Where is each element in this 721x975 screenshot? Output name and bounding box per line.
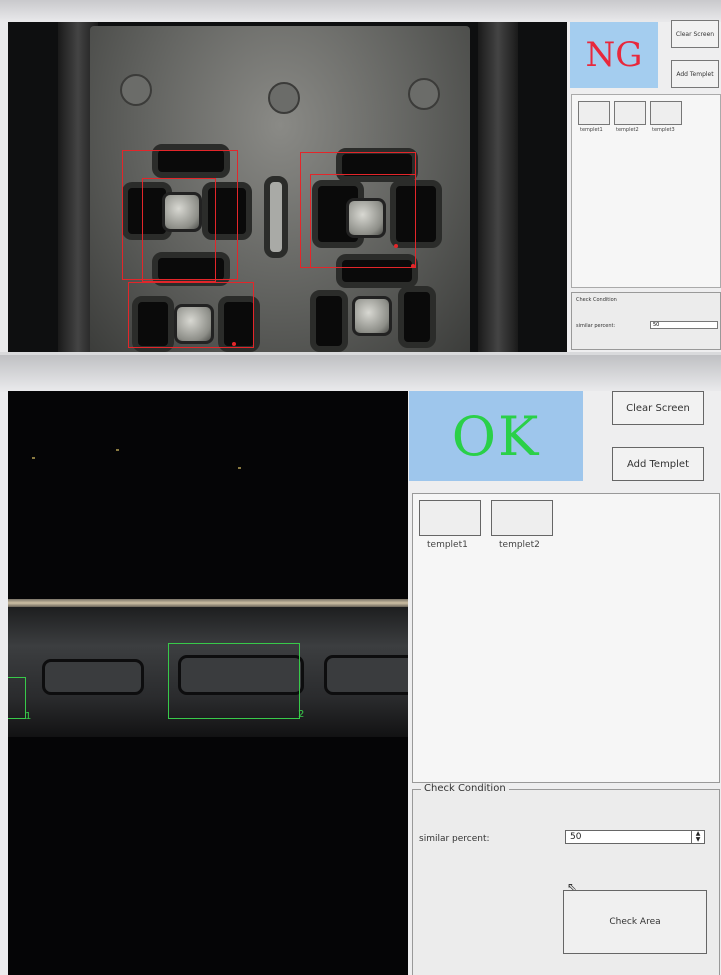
- templet-thumbnail[interactable]: [419, 500, 481, 536]
- camera-view-ok: 1 2: [8, 391, 408, 975]
- match-label: 1: [25, 711, 32, 722]
- templet-thumbnail[interactable]: [614, 101, 646, 125]
- templet-label: templet1: [580, 127, 603, 133]
- templet-thumbnail[interactable]: [491, 500, 553, 536]
- check-condition-group: Check Condition similar percent: 50 ▲ ▼ ⇖…: [412, 783, 720, 975]
- ng-match-box: [310, 174, 416, 268]
- control-panel-ng: NG Clear Screen Add Templet templet1 tem…: [567, 20, 721, 352]
- check-condition-title: Check Condition: [576, 297, 617, 303]
- check-condition-group: Check Condition similar percent: 50: [571, 292, 721, 350]
- center-slot: [264, 176, 288, 258]
- mounting-hole: [268, 82, 300, 114]
- templet-list: templet1 templet2 templet3: [571, 94, 721, 288]
- similar-percent-spinbox[interactable]: 50: [650, 321, 718, 329]
- control-panel-ok: OK Clear Screen Add Templet templet1 tem…: [408, 391, 721, 975]
- ng-marker: [411, 264, 415, 268]
- rail-edge: [8, 599, 408, 607]
- status-text: OK: [451, 404, 541, 468]
- templet-label: templet2: [616, 127, 639, 133]
- templet-thumbnail[interactable]: [650, 101, 682, 125]
- ng-match-box: [128, 282, 254, 348]
- templet-label: templet2: [499, 540, 540, 550]
- ng-marker: [394, 244, 398, 248]
- clear-screen-button[interactable]: Clear Screen: [671, 20, 719, 48]
- similar-percent-spinbox[interactable]: 50 ▲ ▼: [565, 830, 705, 844]
- status-text: NG: [585, 35, 643, 75]
- check-area-button[interactable]: Check Area: [563, 890, 707, 954]
- ok-match-box: [8, 677, 26, 719]
- part-slot: [42, 659, 144, 695]
- pocket: [310, 290, 348, 352]
- templet-list: templet1 templet2: [412, 493, 720, 783]
- clear-screen-button[interactable]: Clear Screen: [612, 391, 704, 425]
- ng-marker: [232, 342, 236, 346]
- templet-label: templet1: [427, 540, 468, 550]
- screenshot-ng: NG Clear Screen Add Templet templet1 tem…: [0, 0, 721, 352]
- camera-view-ng: [8, 22, 567, 352]
- spinbox-arrows-icon[interactable]: ▲ ▼: [691, 831, 704, 843]
- debris: [32, 457, 35, 459]
- part-slot: [324, 655, 408, 695]
- pin: [352, 296, 392, 336]
- templet-label: templet3: [652, 127, 675, 133]
- templet-thumbnail[interactable]: [578, 101, 610, 125]
- similar-percent-label: similar percent:: [576, 323, 616, 329]
- debris: [116, 449, 119, 451]
- ng-match-box: [142, 178, 216, 282]
- similar-percent-value: 50: [570, 832, 582, 842]
- ok-match-box: [168, 643, 300, 719]
- add-templet-button[interactable]: Add Templet: [671, 60, 719, 88]
- match-label: 2: [298, 709, 305, 720]
- status-indicator: OK: [409, 391, 583, 481]
- mounting-hole: [408, 78, 440, 110]
- status-indicator: NG: [570, 22, 658, 88]
- screenshot-ok: 1 2 OK Clear Screen Add Templet templet1…: [0, 355, 721, 975]
- debris: [238, 467, 241, 469]
- mounting-hole: [120, 74, 152, 106]
- add-templet-button[interactable]: Add Templet: [612, 447, 704, 481]
- side-rail: [478, 22, 518, 352]
- similar-percent-label: similar percent:: [419, 834, 490, 844]
- check-condition-title: Check Condition: [421, 783, 509, 794]
- pocket: [398, 286, 436, 348]
